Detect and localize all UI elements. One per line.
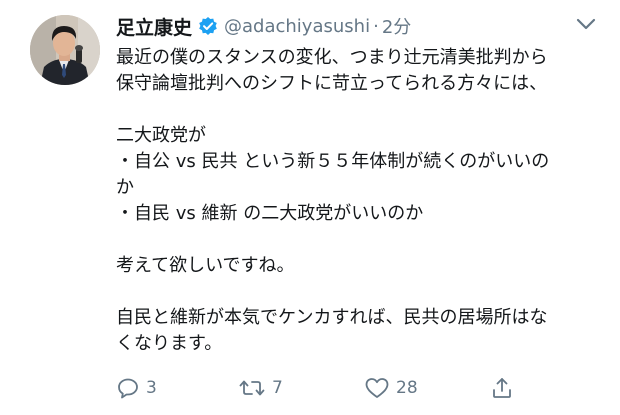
tweet-actions: 3 7 28 bbox=[116, 374, 596, 402]
header-separator: · bbox=[373, 15, 379, 37]
retweet-icon bbox=[238, 376, 266, 400]
tweet-text-line: 最近の僕のスタンスの変化、つまり辻元清美批判から bbox=[116, 47, 548, 68]
tweet: 足立康史 @adachiyasushi · 2分 最近の僕のスタンスの変化、つま… bbox=[0, 0, 620, 415]
retweet-button[interactable]: 7 bbox=[238, 374, 283, 402]
tweet-text: 最近の僕のスタンスの変化、つまり辻元清美批判から 保守論壇批判へのシフトに苛立っ… bbox=[116, 45, 596, 357]
share-icon bbox=[490, 376, 514, 400]
like-button[interactable]: 28 bbox=[364, 374, 418, 402]
tweet-text-line: 考えて欲しいですね。 bbox=[116, 255, 295, 276]
share-button[interactable] bbox=[490, 374, 514, 402]
reply-button[interactable]: 3 bbox=[116, 374, 157, 402]
tweet-header: 足立康史 @adachiyasushi · 2分 bbox=[116, 12, 411, 40]
tweet-text-line: ・自公 vs 民共 という新５５年体制が続くのがいいの bbox=[116, 151, 550, 172]
chevron-down-icon[interactable] bbox=[575, 16, 597, 32]
tweet-timestamp[interactable]: 2分 bbox=[382, 13, 411, 39]
tweet-text-line: 二大政党が bbox=[116, 125, 206, 146]
tweet-text-line: くなります。 bbox=[116, 333, 223, 354]
tweet-text-line bbox=[116, 279, 596, 305]
avatar[interactable] bbox=[30, 15, 100, 85]
author-display-name[interactable]: 足立康史 bbox=[116, 13, 192, 40]
reply-icon bbox=[116, 376, 140, 400]
retweet-count: 7 bbox=[272, 378, 283, 398]
like-icon bbox=[364, 376, 390, 400]
reply-count: 3 bbox=[146, 378, 157, 398]
tweet-text-line bbox=[116, 227, 596, 253]
tweet-text-line: ・自民 vs 維新 の二大政党がいいのか bbox=[116, 203, 424, 224]
tweet-text-line bbox=[116, 97, 596, 123]
like-count: 28 bbox=[396, 378, 418, 398]
author-handle[interactable]: @adachiyasushi bbox=[224, 16, 370, 37]
tweet-text-line: 自民と維新が本気でケンカすれば、民共の居場所はな bbox=[116, 307, 548, 328]
tweet-text-line: か bbox=[116, 177, 134, 198]
tweet-text-line: 保守論壇批判へのシフトに苛立ってられる方々には、 bbox=[116, 73, 548, 94]
verified-badge-icon bbox=[198, 16, 218, 36]
